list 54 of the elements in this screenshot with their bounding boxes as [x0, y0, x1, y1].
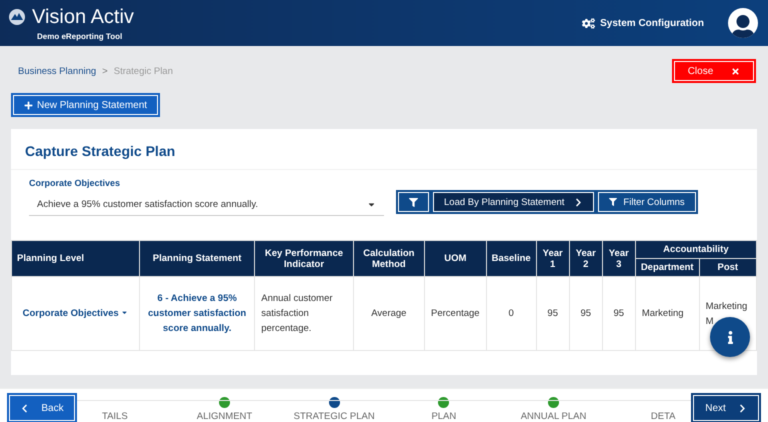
step-label[interactable]: PLAN	[431, 411, 456, 422]
filter-columns-button[interactable]: Filter Columns	[598, 192, 696, 212]
table-cell: Average	[353, 276, 424, 350]
system-configuration-link[interactable]: System Configuration	[582, 16, 704, 30]
field-label: Corporate Objectives	[29, 178, 122, 188]
next-button[interactable]: Next	[693, 395, 759, 421]
planning-level-dropdown[interactable]: Corporate Objectives	[22, 308, 128, 319]
column-header: Planning Statement	[140, 240, 255, 276]
plus-icon	[24, 100, 33, 110]
table-cell: 95	[602, 276, 636, 350]
breadcrumb-separator: >	[102, 66, 108, 76]
column-header: Department	[635, 258, 700, 276]
column-header: Planning Level	[12, 240, 140, 276]
column-header: Year 2	[569, 240, 602, 276]
chevron-icon	[20, 404, 30, 412]
caret-icon	[121, 309, 128, 316]
objective-dropdown[interactable]: Achieve a 95% customer satisfaction score annually.	[29, 194, 384, 216]
column-header: UOM	[424, 240, 486, 276]
step-label[interactable]: ANNUAL PLAN	[520, 411, 586, 422]
close-button[interactable]: Close	[674, 61, 754, 81]
step-label[interactable]: TAILS	[102, 411, 128, 422]
column-header: Calculation Method	[353, 240, 424, 276]
chevron-icon	[738, 404, 747, 412]
gears-icon	[582, 16, 596, 30]
chevron-icon	[574, 198, 584, 206]
column-group-header: Accountability	[635, 240, 756, 258]
table-cell: 0	[486, 276, 536, 350]
load-button[interactable]: Load By Planning Statement	[433, 192, 594, 212]
user-avatar[interactable]	[728, 8, 758, 38]
close-icon	[731, 66, 740, 76]
table-cell: Marketing	[635, 276, 700, 350]
step-label[interactable]: STRATEGIC PLAN	[294, 411, 375, 422]
new-planning-statement-button[interactable]: New Planning Statement	[13, 95, 158, 115]
filter-icon	[609, 198, 618, 206]
table-cell: Percentage	[424, 276, 486, 350]
table-cell: 6 - Achieve a 95% customer satisfaction score annually.	[140, 276, 255, 350]
logo-icon	[8, 8, 26, 26]
brand-subtitle: Demo eReporting Tool	[37, 32, 124, 41]
column-header: Year 3	[602, 240, 636, 276]
filter-button[interactable]	[398, 192, 429, 212]
filter-icon	[409, 198, 418, 206]
column-header: Key Performance Indicator	[254, 240, 354, 276]
step-label[interactable]: DETA	[650, 411, 676, 422]
back-button[interactable]: Back	[9, 395, 75, 421]
table-cell: 95	[536, 276, 570, 350]
table-cell: Annual customer satisfaction percentage.	[254, 276, 354, 350]
card-title: Capture Strategic Plan	[11, 129, 757, 170]
column-header: Year 1	[536, 240, 570, 276]
column-header: Post	[699, 258, 756, 276]
breadcrumb-link[interactable]: Business Planning	[18, 66, 96, 76]
step-label[interactable]: ALIGNMENT	[196, 411, 252, 422]
column-header: Baseline	[486, 240, 536, 276]
brand-name: Vision Activ	[32, 5, 134, 29]
table-cell: 95	[569, 276, 602, 350]
